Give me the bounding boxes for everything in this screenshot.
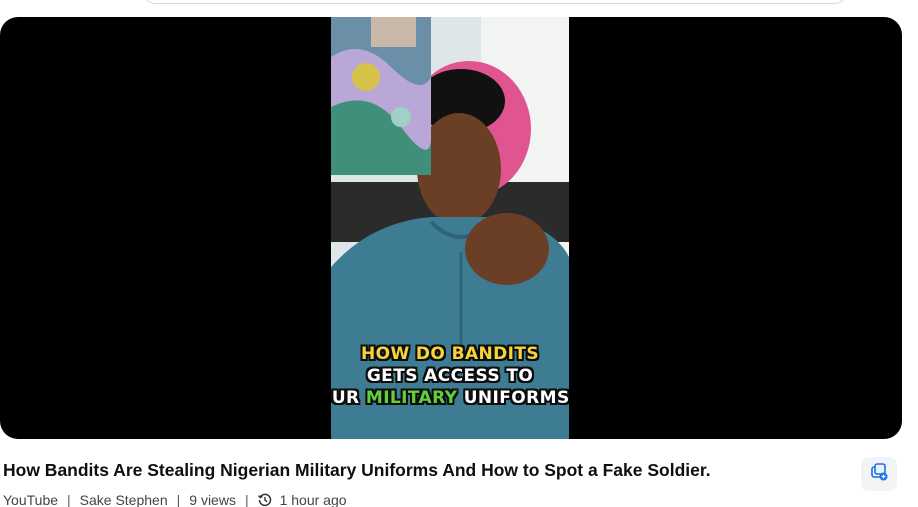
search-bar[interactable]: [142, 0, 848, 4]
history-clock-icon: [257, 493, 272, 507]
video-caption-line-3-end: UNIFORMS: [457, 388, 569, 408]
separator: |: [67, 492, 71, 507]
source-label[interactable]: YouTube: [3, 492, 58, 507]
video-caption-line-3-start: OUR: [331, 388, 360, 408]
video-caption-line-1: HOW DO BANDITS: [360, 344, 540, 364]
video-title[interactable]: How Bandits Are Stealing Nigerian Milita…: [3, 460, 711, 481]
time-ago: 1 hour ago: [279, 492, 347, 507]
video-caption-line-2: GETS ACCESS TO: [366, 366, 534, 386]
page: HOW DO BANDITS GETS ACCESS TO OUR MILITA…: [0, 0, 918, 507]
separator: |: [176, 492, 181, 507]
add-to-collection-icon: [869, 462, 889, 487]
video-player[interactable]: HOW DO BANDITS GETS ACCESS TO OUR MILITA…: [0, 17, 902, 439]
video-caption-line-3: OUR MILITARY UNIFORMS: [331, 388, 569, 408]
add-to-collection-button[interactable]: [861, 457, 897, 491]
video-caption-highlight: MILITARY: [365, 388, 458, 408]
channel-name[interactable]: Sake Stephen: [80, 492, 168, 507]
video-frame: HOW DO BANDITS GETS ACCESS TO OUR MILITA…: [331, 17, 569, 439]
video-meta: YouTube | Sake Stephen | 9 views | 1 hou…: [3, 492, 347, 507]
view-count: 9 views: [189, 492, 236, 507]
separator: |: [244, 492, 249, 507]
